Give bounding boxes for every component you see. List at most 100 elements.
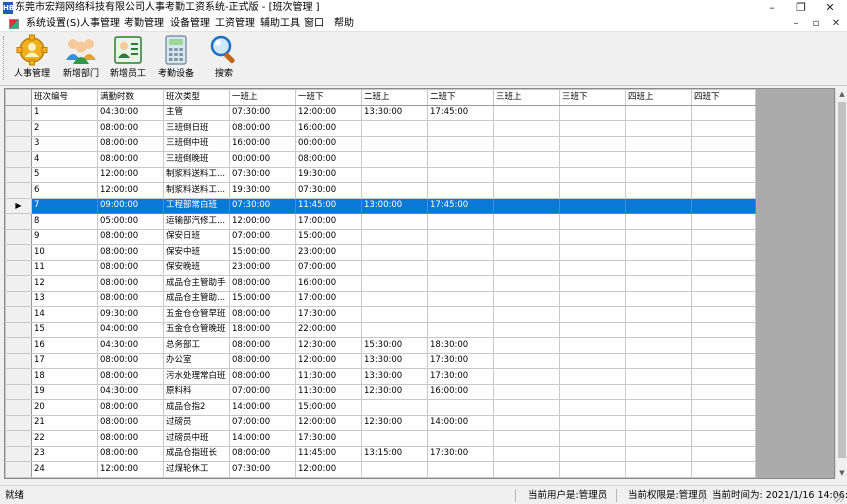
col-header-shift1-in[interactable]: 一班上: [229, 89, 296, 106]
cell-shift1-in[interactable]: 12:00:00: [229, 213, 296, 230]
menu-payroll[interactable]: 工资管理: [215, 17, 255, 31]
cell-full-hours[interactable]: 08:00:00: [97, 275, 164, 292]
cell-shift1-out[interactable]: 23:00:00: [295, 244, 362, 261]
cell-shift2-in[interactable]: 13:30:00: [361, 104, 428, 121]
cell-shift3-out[interactable]: [559, 259, 626, 276]
cell-shift2-in[interactable]: 13:00:00: [361, 197, 428, 214]
cell-shift3-in[interactable]: [493, 414, 560, 431]
scroll-down-icon[interactable]: ▼: [836, 467, 847, 479]
cell-shift3-out[interactable]: [559, 104, 626, 121]
row-header-cell[interactable]: [5, 430, 32, 447]
col-header-shift-type[interactable]: 班次类型: [163, 89, 230, 106]
cell-shift1-in[interactable]: 08:00:00: [229, 337, 296, 354]
cell-shift2-in[interactable]: 12:30:00: [361, 414, 428, 431]
cell-full-hours[interactable]: 04:30:00: [97, 337, 164, 354]
cell-shift-type[interactable]: 三班倒中班: [163, 135, 230, 152]
cell-full-hours[interactable]: 04:30:00: [97, 383, 164, 400]
cell-shift4-out[interactable]: [691, 414, 756, 431]
cell-shift1-out[interactable]: 12:00:00: [295, 104, 362, 121]
cell-shift2-in[interactable]: 12:30:00: [361, 383, 428, 400]
cell-full-hours[interactable]: 08:00:00: [97, 244, 164, 261]
cell-shift-id[interactable]: 9: [31, 228, 98, 245]
cell-full-hours[interactable]: 08:00:00: [97, 414, 164, 431]
table-row[interactable]: 19 04:30:00 原料科 07:00:00 11:30:00 12:30:00 16:…: [5, 383, 756, 400]
cell-shift1-out[interactable]: 11:45:00: [295, 445, 362, 462]
table-row[interactable]: 3 08:00:00 三班倒中班 16:00:00 00:00:00: [5, 135, 756, 152]
add-employee-button[interactable]: 新增员工: [108, 34, 148, 82]
row-header-cell[interactable]: [5, 135, 32, 152]
cell-shift1-in[interactable]: 14:00:00: [229, 399, 296, 416]
cell-shift2-out[interactable]: 17:30:00: [427, 352, 494, 369]
cell-shift2-out[interactable]: [427, 259, 494, 276]
cell-shift-id[interactable]: 18: [31, 368, 98, 385]
cell-shift4-in[interactable]: [625, 321, 692, 338]
col-header-shift-id[interactable]: 班次编号: [31, 89, 98, 106]
table-row[interactable]: 15 04:00:00 五金仓仓管晚班 18:00:00 22:00:00: [5, 321, 756, 338]
cell-shift-id[interactable]: 25: [31, 476, 98, 478]
col-header-shift3-in[interactable]: 三班上: [493, 89, 560, 106]
cell-shift4-in[interactable]: [625, 120, 692, 137]
cell-shift3-out[interactable]: [559, 321, 626, 338]
cell-shift1-in[interactable]: 18:00:00: [229, 321, 296, 338]
cell-shift1-in[interactable]: 14:00:00: [229, 430, 296, 447]
cell-shift2-in[interactable]: [361, 228, 428, 245]
row-header-cell[interactable]: [5, 383, 32, 400]
cell-shift4-in[interactable]: [625, 352, 692, 369]
table-row[interactable]: 18 08:00:00 污水处理常白班 08:00:00 11:30:00 13:30:0…: [5, 368, 756, 385]
table-row[interactable]: 9 08:00:00 保安日班 07:00:00 15:00:00: [5, 228, 756, 245]
cell-shift-type[interactable]: 成品仓主管助...: [163, 290, 230, 307]
cell-shift1-out[interactable]: 11:30:00: [295, 368, 362, 385]
cell-shift1-in[interactable]: 07:00:00: [229, 228, 296, 245]
cell-shift3-in[interactable]: [493, 104, 560, 121]
cell-shift4-out[interactable]: [691, 182, 756, 199]
cell-shift3-in[interactable]: [493, 321, 560, 338]
row-header-cell[interactable]: [5, 151, 32, 168]
cell-shift1-in[interactable]: 08:00:00: [229, 476, 296, 478]
cell-full-hours[interactable]: 08:00:00: [97, 259, 164, 276]
cell-shift2-in[interactable]: 13:15:00: [361, 445, 428, 462]
cell-shift4-out[interactable]: [691, 259, 756, 276]
cell-shift2-in[interactable]: [361, 290, 428, 307]
cell-shift2-out[interactable]: [427, 228, 494, 245]
menu-tools[interactable]: 辅助工具: [260, 17, 300, 31]
cell-shift3-out[interactable]: [559, 197, 626, 214]
cell-shift1-out[interactable]: 00:00:00: [295, 135, 362, 152]
cell-shift4-out[interactable]: [691, 461, 756, 478]
cell-shift3-in[interactable]: [493, 306, 560, 323]
cell-shift1-out[interactable]: 16:00:00: [295, 275, 362, 292]
cell-shift1-out[interactable]: 17:30:00: [295, 430, 362, 447]
cell-shift1-in[interactable]: 07:30:00: [229, 461, 296, 478]
col-header-shift4-out[interactable]: 四班下: [691, 89, 756, 106]
row-header-cell[interactable]: [5, 321, 32, 338]
cell-shift3-out[interactable]: [559, 352, 626, 369]
cell-shift-id[interactable]: 15: [31, 321, 98, 338]
cell-shift1-out[interactable]: 22:00:00: [295, 321, 362, 338]
cell-shift2-in[interactable]: [361, 135, 428, 152]
cell-shift1-in[interactable]: 15:00:00: [229, 244, 296, 261]
cell-shift4-in[interactable]: [625, 290, 692, 307]
cell-full-hours[interactable]: 08:00:00: [97, 228, 164, 245]
row-header-cell[interactable]: [5, 290, 32, 307]
cell-shift4-in[interactable]: [625, 461, 692, 478]
cell-shift4-in[interactable]: [625, 151, 692, 168]
row-header-cell[interactable]: [5, 259, 32, 276]
row-header-cell[interactable]: [5, 476, 32, 478]
cell-shift-type[interactable]: 制浆料送料工...: [163, 166, 230, 183]
cell-shift3-out[interactable]: [559, 275, 626, 292]
cell-shift-type[interactable]: 主管: [163, 104, 230, 121]
cell-shift2-out[interactable]: 18:30:00: [427, 337, 494, 354]
cell-shift1-out[interactable]: 07:30:00: [295, 182, 362, 199]
cell-shift3-in[interactable]: [493, 228, 560, 245]
cell-shift2-out[interactable]: [427, 120, 494, 137]
cell-shift1-out[interactable]: 12:00:00: [295, 414, 362, 431]
cell-shift1-in[interactable]: 08:00:00: [229, 368, 296, 385]
cell-shift1-out[interactable]: 08:00:00: [295, 151, 362, 168]
cell-shift3-in[interactable]: [493, 430, 560, 447]
row-header-cell[interactable]: [5, 228, 32, 245]
table-row[interactable]: 13 08:00:00 成品仓主管助... 15:00:00 17:00:00: [5, 290, 756, 307]
cell-shift-id[interactable]: 13: [31, 290, 98, 307]
cell-shift4-out[interactable]: [691, 197, 756, 214]
table-row[interactable]: 11 08:00:00 保安晚班 23:00:00 07:00:00: [5, 259, 756, 276]
cell-full-hours[interactable]: 08:00:00: [97, 430, 164, 447]
row-header-cell[interactable]: [5, 213, 32, 230]
